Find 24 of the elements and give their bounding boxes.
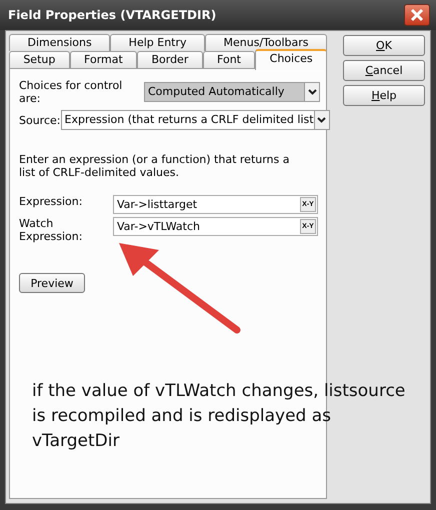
tab[interactable]: Format [70, 51, 138, 68]
annotation-text: if the value of vTLWatch changes, listsource is recompiled and is redisplayed as vTargetDir [32, 380, 406, 453]
field-label: Expression: [19, 195, 84, 208]
tab[interactable]: Border [137, 51, 203, 68]
chevron-icon [308, 89, 316, 95]
field-label: Choices for control are: [19, 79, 124, 105]
tab[interactable]: Help Entry [110, 34, 206, 51]
tab[interactable]: Choices [255, 49, 327, 70]
tab[interactable]: Setup [9, 51, 70, 68]
dialog-button[interactable]: Help [343, 85, 425, 106]
dialog-button[interactable]: OK [343, 35, 425, 56]
tab[interactable]: Dimensions [9, 34, 110, 51]
field-label: Watch Expression: [19, 217, 84, 243]
tab[interactable]: Font [202, 51, 256, 68]
dropdown[interactable]: Expression (that returns a CRLF delimited list [60, 110, 330, 130]
tab[interactable]: Menus/Toolbars [205, 34, 327, 51]
close-button[interactable] [404, 4, 430, 26]
window-title: Field Properties (VTARGETDIR) [8, 8, 216, 22]
chevron-icon [317, 117, 326, 123]
description-text: Enter an expression (or a function) that returns a list of CRLF-delimited values. [19, 153, 290, 179]
field-label: Source: [19, 114, 60, 126]
dialog-button[interactable]: Cancel [343, 60, 425, 81]
preview-button[interactable]: Preview [19, 273, 85, 293]
close-icon [410, 8, 424, 22]
